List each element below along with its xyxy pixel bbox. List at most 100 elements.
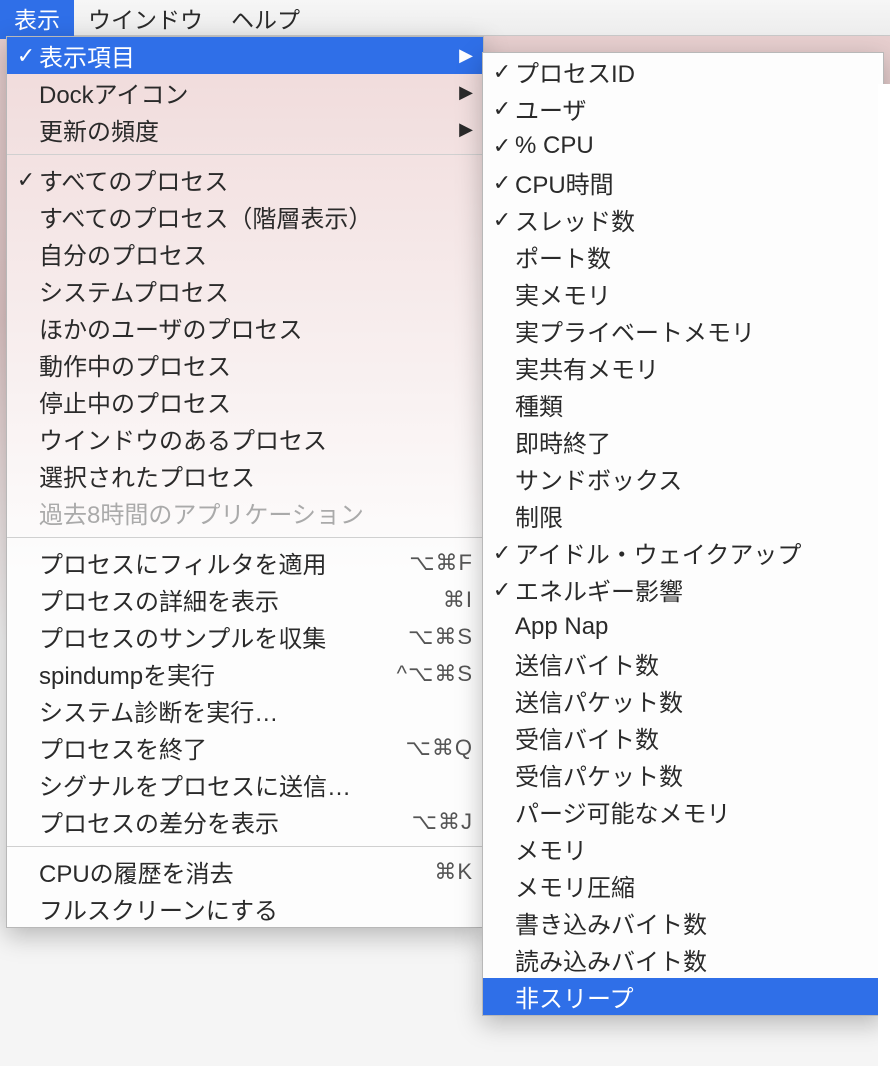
menu-label: CPUの履歴を消去 <box>39 854 426 889</box>
shortcut-label: ⌘I <box>435 587 473 613</box>
check-icon: ✓ <box>489 540 515 566</box>
menu-dock-icon[interactable]: Dockアイコン ▶ <box>7 74 483 111</box>
menu-separator <box>7 537 483 538</box>
col-real-mem[interactable]: 実メモリ <box>483 275 883 312</box>
menu-label: 送信バイト数 <box>515 646 873 681</box>
col-energy-impact[interactable]: ✓ エネルギー影響 <box>483 571 883 608</box>
menu-windowed-processes[interactable]: ウインドウのあるプロセス <box>7 420 483 457</box>
menubar: 表示 ウインドウ ヘルプ <box>0 0 890 36</box>
menu-label: プロセスの差分を表示 <box>39 804 404 839</box>
col-real-shared-mem[interactable]: 実共有メモリ <box>483 349 883 386</box>
col-kind[interactable]: 種類 <box>483 386 883 423</box>
col-sudden-termination[interactable]: 即時終了 <box>483 423 883 460</box>
col-compressed-mem[interactable]: メモリ圧縮 <box>483 867 883 904</box>
menu-label: 実メモリ <box>515 276 873 311</box>
menu-run-sysdiagnose[interactable]: システム診断を実行… <box>7 692 483 729</box>
shortcut-label: ⌥⌘J <box>404 809 473 835</box>
menu-quit-process[interactable]: プロセスを終了 ⌥⌘Q <box>7 729 483 766</box>
menu-label: 実プライベートメモリ <box>515 313 873 348</box>
menu-inspect-process[interactable]: プロセスの詳細を表示 ⌘I <box>7 581 483 618</box>
view-menu: ✓ 表示項目 ▶ Dockアイコン ▶ 更新の頻度 ▶ ✓ すべてのプロセス す… <box>6 36 484 928</box>
check-icon: ✓ <box>13 167 39 193</box>
col-app-nap[interactable]: App Nap <box>483 608 883 645</box>
menu-active-processes[interactable]: 動作中のプロセス <box>7 346 483 383</box>
menu-selected-processes[interactable]: 選択されたプロセス <box>7 457 483 494</box>
columns-submenu: ✓ プロセスID ✓ ユーザ ✓ % CPU ✓ CPU時間 ✓ スレッド数 ポ… <box>482 52 884 1016</box>
menu-all-processes[interactable]: ✓ すべてのプロセス <box>7 161 483 198</box>
menu-label: ほかのユーザのプロセス <box>39 310 473 345</box>
menu-send-signal[interactable]: シグナルをプロセスに送信… <box>7 766 483 803</box>
menu-show-deltas[interactable]: プロセスの差分を表示 ⌥⌘J <box>7 803 483 840</box>
col-preventing-sleep[interactable]: 非スリープ <box>483 978 883 1015</box>
col-pct-cpu[interactable]: ✓ % CPU <box>483 127 883 164</box>
check-icon: ✓ <box>13 43 39 69</box>
menu-label: 受信パケット数 <box>515 757 873 792</box>
menubar-window[interactable]: ウインドウ <box>74 0 217 39</box>
menu-label: 選択されたプロセス <box>39 458 473 493</box>
col-memory[interactable]: メモリ <box>483 830 883 867</box>
menu-apps-last-8h: 過去8時間のアプリケーション <box>7 494 483 531</box>
menu-label: プロセスの詳細を表示 <box>39 582 435 617</box>
check-icon: ✓ <box>489 59 515 85</box>
menu-label: メモリ <box>515 831 873 866</box>
menu-label: 動作中のプロセス <box>39 347 473 382</box>
menu-label: 停止中のプロセス <box>39 384 473 419</box>
col-idle-wake-ups[interactable]: ✓ アイドル・ウェイクアップ <box>483 534 883 571</box>
menu-other-user-processes[interactable]: ほかのユーザのプロセス <box>7 309 483 346</box>
col-bytes-written[interactable]: 書き込みバイト数 <box>483 904 883 941</box>
menu-columns[interactable]: ✓ 表示項目 ▶ <box>7 37 483 74</box>
col-bytes-received[interactable]: 受信バイト数 <box>483 719 883 756</box>
col-packets-received[interactable]: 受信パケット数 <box>483 756 883 793</box>
menu-label: すべてのプロセス（階層表示） <box>39 199 473 234</box>
menu-label: システム診断を実行… <box>39 693 473 728</box>
menu-label: ユーザ <box>515 91 873 126</box>
shortcut-label: ⌘K <box>426 859 473 885</box>
menu-label: 書き込みバイト数 <box>515 905 873 940</box>
menu-label: 制限 <box>515 498 873 533</box>
menubar-help[interactable]: ヘルプ <box>217 0 314 39</box>
col-cpu-time[interactable]: ✓ CPU時間 <box>483 164 883 201</box>
shortcut-label: ^⌥⌘S <box>389 661 473 687</box>
col-ports[interactable]: ポート数 <box>483 238 883 275</box>
menu-label: 送信パケット数 <box>515 683 873 718</box>
menu-sample-process[interactable]: プロセスのサンプルを収集 ⌥⌘S <box>7 618 483 655</box>
menu-label: Dockアイコン <box>39 75 455 110</box>
shortcut-label: ⌥⌘S <box>400 624 473 650</box>
menu-label: プロセスを終了 <box>39 730 398 765</box>
menu-my-processes[interactable]: 自分のプロセス <box>7 235 483 272</box>
menu-filter-processes[interactable]: プロセスにフィルタを適用 ⌥⌘F <box>7 544 483 581</box>
col-user[interactable]: ✓ ユーザ <box>483 90 883 127</box>
menu-inactive-processes[interactable]: 停止中のプロセス <box>7 383 483 420</box>
menubar-view[interactable]: 表示 <box>0 0 74 39</box>
col-pageable-mem[interactable]: パージ可能なメモリ <box>483 793 883 830</box>
col-threads[interactable]: ✓ スレッド数 <box>483 201 883 238</box>
menu-label: 即時終了 <box>515 424 873 459</box>
menu-label: プロセスにフィルタを適用 <box>39 545 401 580</box>
menu-separator <box>7 154 483 155</box>
menu-update-frequency[interactable]: 更新の頻度 ▶ <box>7 111 483 148</box>
col-packets-sent[interactable]: 送信パケット数 <box>483 682 883 719</box>
menu-system-processes[interactable]: システムプロセス <box>7 272 483 309</box>
menu-label: スレッド数 <box>515 202 873 237</box>
col-bytes-read[interactable]: 読み込みバイト数 <box>483 941 883 978</box>
col-pid[interactable]: ✓ プロセスID <box>483 53 883 90</box>
menu-label: 読み込みバイト数 <box>515 942 873 977</box>
menu-all-processes-hier[interactable]: すべてのプロセス（階層表示） <box>7 198 483 235</box>
menu-label: すべてのプロセス <box>39 162 473 197</box>
check-icon: ✓ <box>489 96 515 122</box>
col-restricted[interactable]: 制限 <box>483 497 883 534</box>
col-sandbox[interactable]: サンドボックス <box>483 460 883 497</box>
menu-label: 実共有メモリ <box>515 350 873 385</box>
col-real-private-mem[interactable]: 実プライベートメモリ <box>483 312 883 349</box>
menu-label: 種類 <box>515 387 873 422</box>
check-icon: ✓ <box>489 207 515 233</box>
submenu-arrow-icon: ▶ <box>455 82 473 103</box>
menu-run-spindump[interactable]: spindumpを実行 ^⌥⌘S <box>7 655 483 692</box>
col-bytes-sent[interactable]: 送信バイト数 <box>483 645 883 682</box>
submenu-arrow-icon: ▶ <box>455 45 473 66</box>
menu-clear-cpu-history[interactable]: CPUの履歴を消去 ⌘K <box>7 853 483 890</box>
submenu-arrow-icon: ▶ <box>455 119 473 140</box>
menu-enter-full-screen[interactable]: フルスクリーンにする <box>7 890 483 927</box>
menu-label: アイドル・ウェイクアップ <box>515 535 873 570</box>
menu-label: 過去8時間のアプリケーション <box>39 495 473 530</box>
